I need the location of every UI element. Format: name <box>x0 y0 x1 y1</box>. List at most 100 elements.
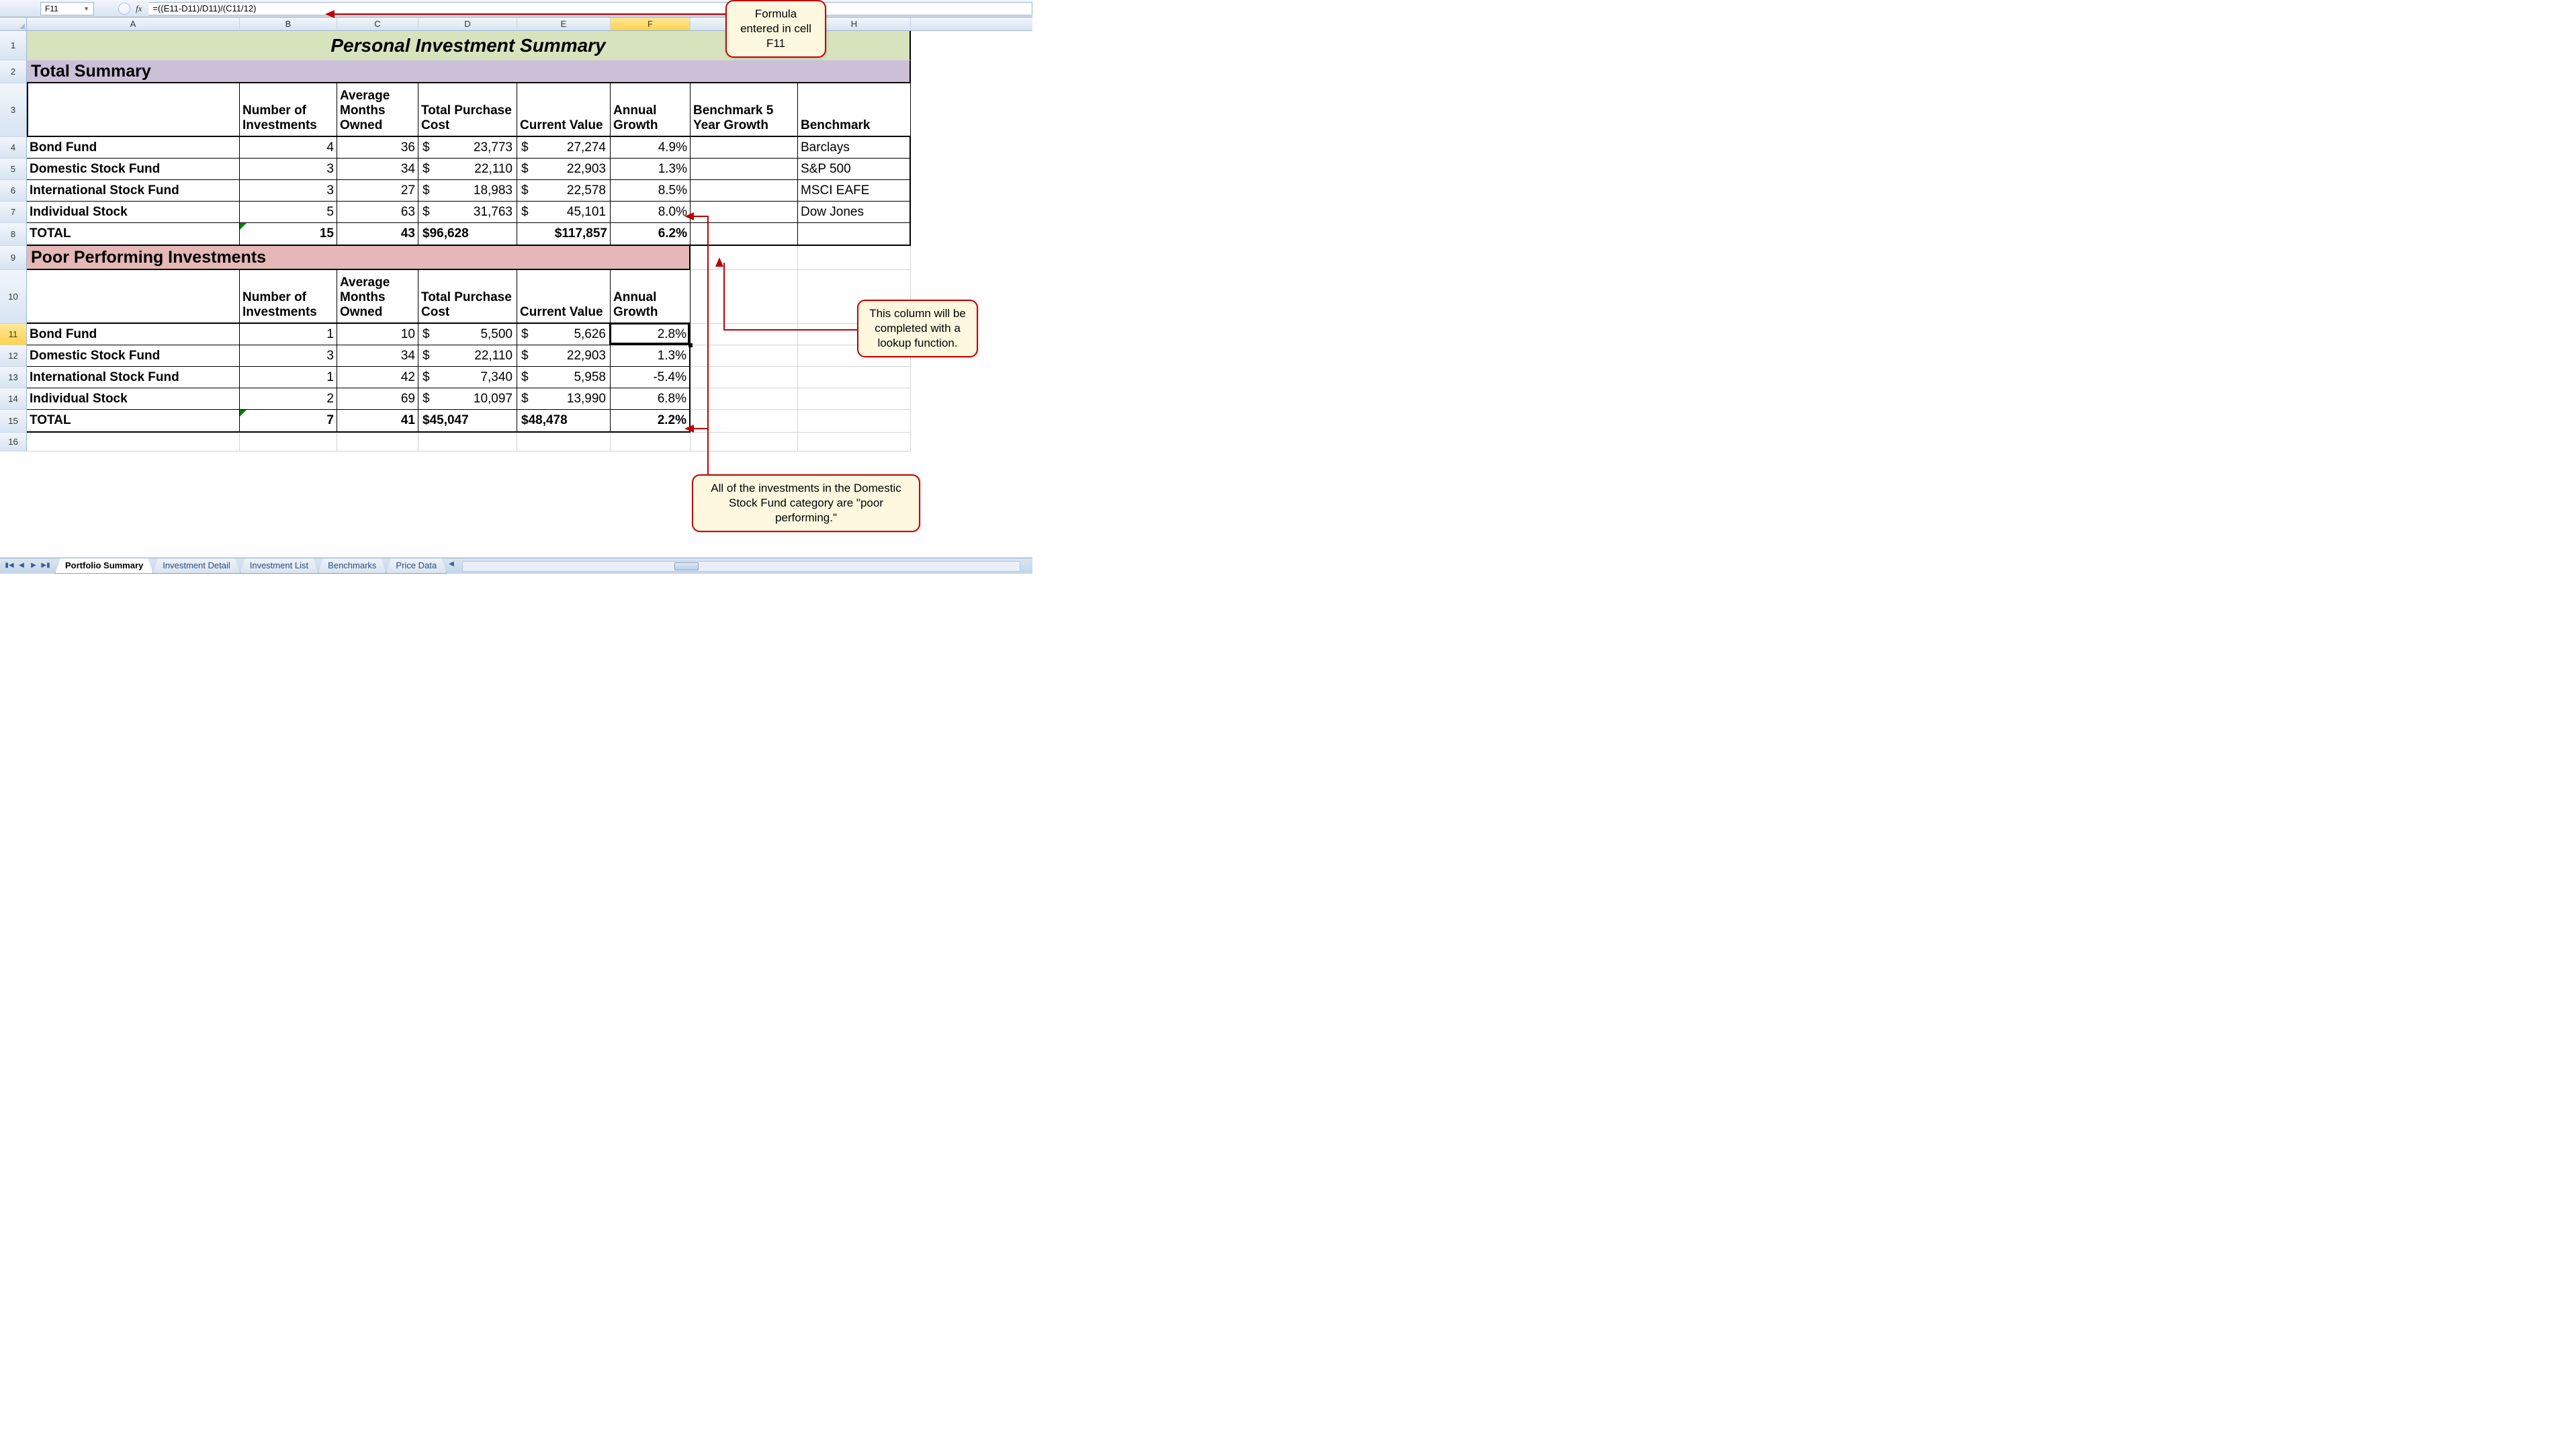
cell[interactable]: Poor Performing Investments <box>27 246 691 270</box>
cell[interactable]: 27 <box>337 180 418 202</box>
cell[interactable]: 1 <box>240 324 337 345</box>
cell[interactable]: Domestic Stock Fund <box>27 345 240 367</box>
cell[interactable] <box>27 83 240 137</box>
cell[interactable]: $5,500 <box>418 324 517 345</box>
cell[interactable] <box>517 433 611 451</box>
cell[interactable]: 15 <box>240 223 337 246</box>
cell[interactable]: $10,097 <box>418 388 517 410</box>
cell[interactable]: 3 <box>240 345 337 367</box>
chevron-down-icon[interactable]: ▼ <box>83 5 89 12</box>
cell[interactable]: 6.2% <box>611 223 691 246</box>
cell[interactable]: 1.3% <box>611 345 691 367</box>
cell[interactable]: 3 <box>240 159 337 180</box>
column-header[interactable]: B <box>240 17 337 30</box>
cell[interactable] <box>418 433 517 451</box>
cell[interactable]: TOTAL <box>27 410 240 433</box>
tab-prev-icon[interactable]: ◀ <box>16 560 27 570</box>
cell[interactable] <box>798 388 911 410</box>
column-header[interactable]: E <box>517 17 611 30</box>
tab-price-data[interactable]: Price Data <box>386 558 447 574</box>
scrollbar-thumb[interactable] <box>674 562 699 570</box>
tab-investment-detail[interactable]: Investment Detail <box>152 558 240 574</box>
row-header[interactable]: 6 <box>0 180 27 202</box>
cell[interactable]: 4 <box>240 137 337 159</box>
cell[interactable]: Total Purchase Cost <box>418 270 517 324</box>
cell[interactable] <box>691 345 798 367</box>
cell[interactable]: $45,047 <box>418 410 517 433</box>
tab-investment-list[interactable]: Investment List <box>240 558 318 574</box>
cell[interactable]: $18,983 <box>418 180 517 202</box>
cell[interactable]: Dow Jones <box>798 202 911 223</box>
cell[interactable] <box>691 388 798 410</box>
cell[interactable]: Average Months Owned <box>337 83 418 137</box>
cell[interactable]: $45,101 <box>517 202 611 223</box>
cell[interactable]: Number of Investments <box>240 83 337 137</box>
cell[interactable] <box>337 433 418 451</box>
cell[interactable] <box>27 270 240 324</box>
cell[interactable]: S&P 500 <box>798 159 911 180</box>
cell[interactable]: Benchmark <box>798 83 911 137</box>
row-header[interactable]: 13 <box>0 367 27 388</box>
cell[interactable]: $117,857 <box>517 223 611 246</box>
cell[interactable]: Number of Investments <box>240 270 337 324</box>
cell[interactable] <box>798 246 911 270</box>
tab-first-icon[interactable]: ▮◀ <box>4 560 15 570</box>
cell[interactable]: 7 <box>240 410 337 433</box>
cell[interactable]: International Stock Fund <box>27 180 240 202</box>
cell[interactable]: -5.4% <box>611 367 691 388</box>
cell[interactable] <box>691 324 798 345</box>
cell[interactable] <box>691 270 798 324</box>
column-header[interactable]: D <box>418 17 517 30</box>
cell[interactable] <box>798 410 911 433</box>
cell[interactable]: Bond Fund <box>27 324 240 345</box>
fill-handle[interactable] <box>689 343 693 347</box>
cell[interactable]: International Stock Fund <box>27 367 240 388</box>
tab-last-icon[interactable]: ▶▮ <box>40 560 51 570</box>
cell[interactable]: $5,958 <box>517 367 611 388</box>
row-header[interactable]: 2 <box>0 60 27 83</box>
cell[interactable]: $27,274 <box>517 137 611 159</box>
tab-portfolio-summary[interactable]: Portfolio Summary <box>55 558 153 574</box>
cell[interactable]: $22,110 <box>418 159 517 180</box>
row-header[interactable]: 5 <box>0 159 27 180</box>
cell[interactable]: $22,578 <box>517 180 611 202</box>
cell[interactable]: $13,990 <box>517 388 611 410</box>
tab-benchmarks[interactable]: Benchmarks <box>318 558 386 574</box>
cell[interactable]: $23,773 <box>418 137 517 159</box>
column-header[interactable]: F <box>611 17 691 30</box>
cell[interactable] <box>691 367 798 388</box>
cell[interactable] <box>240 433 337 451</box>
cell[interactable] <box>691 180 798 202</box>
name-box[interactable]: F11 ▼ <box>40 2 94 15</box>
column-header[interactable]: C <box>337 17 418 30</box>
cell[interactable] <box>798 367 911 388</box>
cell[interactable] <box>691 246 798 270</box>
cell[interactable]: 4.9% <box>611 137 691 159</box>
cell[interactable]: MSCI EAFE <box>798 180 911 202</box>
cell[interactable]: Current Value <box>517 270 611 324</box>
cell[interactable]: 1.3% <box>611 159 691 180</box>
cancel-formula-icon[interactable] <box>118 3 130 15</box>
cell[interactable] <box>691 223 798 246</box>
cell[interactable]: Individual Stock <box>27 202 240 223</box>
cell[interactable] <box>27 433 240 451</box>
row-header[interactable]: 11 <box>0 324 27 345</box>
row-header[interactable]: 15 <box>0 410 27 433</box>
cell[interactable]: 34 <box>337 345 418 367</box>
row-header[interactable]: 4 <box>0 137 27 159</box>
cell[interactable]: 10 <box>337 324 418 345</box>
row-header[interactable]: 12 <box>0 345 27 367</box>
cell[interactable]: 34 <box>337 159 418 180</box>
cell[interactable]: 42 <box>337 367 418 388</box>
cell[interactable] <box>691 137 798 159</box>
cell[interactable]: Domestic Stock Fund <box>27 159 240 180</box>
cell[interactable]: Current Value <box>517 83 611 137</box>
tab-next-icon[interactable]: ▶ <box>28 560 39 570</box>
row-header[interactable]: 16 <box>0 433 27 451</box>
row-header[interactable]: 14 <box>0 388 27 410</box>
cell[interactable]: $22,903 <box>517 159 611 180</box>
cell[interactable]: 8.5% <box>611 180 691 202</box>
cell[interactable]: 63 <box>337 202 418 223</box>
cell[interactable]: TOTAL <box>27 223 240 246</box>
horizontal-scrollbar[interactable] <box>462 561 1020 572</box>
